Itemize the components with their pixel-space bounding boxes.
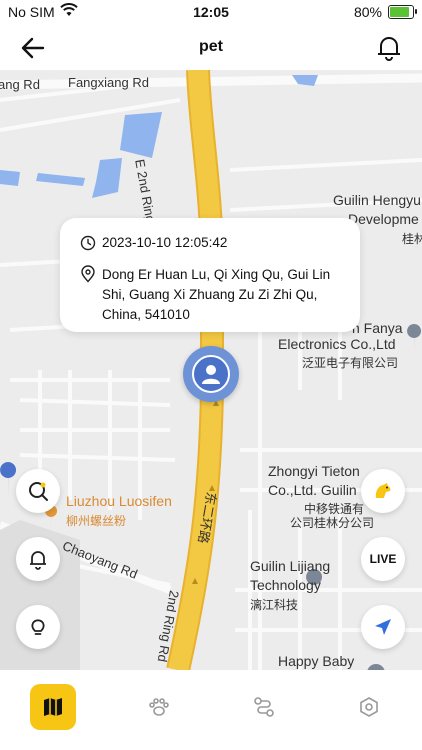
light-button[interactable] <box>16 605 60 649</box>
location-timestamp: 2023-10-10 12:05:42 <box>102 235 228 250</box>
map-label-fanya-1: n Fanya <box>352 320 403 336</box>
search-zoom-button[interactable] <box>16 469 60 513</box>
location-pin-icon <box>81 265 95 283</box>
map-label-liuzhou: Liuzhou Luosifen <box>66 493 172 509</box>
user-icon <box>202 365 220 384</box>
map-label-hengyu-cn: 桂林 <box>402 232 422 246</box>
pet-dog-button[interactable] <box>361 469 405 513</box>
tab-settings[interactable] <box>346 684 392 730</box>
battery-percent: 80% <box>353 4 382 20</box>
map-label-fanya-2: Electronics Co.,Ltd <box>278 336 396 352</box>
map-label-fangxiang-left: ang Rd <box>0 77 40 92</box>
battery-nub <box>415 9 417 14</box>
clock-icon <box>80 235 96 251</box>
map-label-lijiang-cn: 漓江科技 <box>250 598 299 612</box>
tab-pet[interactable] <box>136 684 182 730</box>
map-label-hengyu-1: Guilin Hengyu <box>333 192 421 208</box>
notification-bell-icon[interactable] <box>374 32 404 62</box>
map-label-hengyu-2: Developme <box>348 211 419 227</box>
nav-bar: pet <box>0 26 422 70</box>
lightbulb-icon <box>31 619 45 635</box>
tab-routes[interactable] <box>241 684 287 730</box>
battery-icon <box>388 5 417 19</box>
map-label-zhongyi-1: Zhongyi Tieton <box>268 463 360 479</box>
navigation-arrow-icon <box>375 619 391 635</box>
map-label-fanya-cn: 泛亚电子有限公司 <box>302 356 399 370</box>
alert-button[interactable] <box>16 537 60 581</box>
map-label-lijiang-2: Technology <box>250 577 321 593</box>
pet-avatar <box>192 355 230 393</box>
hexagon-settings-icon <box>360 697 378 717</box>
bell-icon <box>30 551 46 570</box>
locate-me-button[interactable] <box>361 605 405 649</box>
pet-location-marker[interactable] <box>183 346 239 402</box>
map-label-zhongyi-cn-2: 公司桂林分公司 <box>290 516 375 530</box>
map-label-liuzhou-cn: 柳州螺丝粉 <box>66 514 127 528</box>
map-icon <box>44 698 62 716</box>
paw-icon <box>149 698 169 716</box>
map-label-happy-baby: Happy Baby <box>278 653 355 669</box>
location-address: Dong Er Huan Lu, Qi Xing Qu, Gui Lin Shi… <box>102 267 331 322</box>
search-location-icon <box>29 482 48 501</box>
bottom-tab-bar <box>0 672 422 750</box>
route-icon <box>254 697 274 717</box>
tab-map[interactable] <box>30 684 76 730</box>
map-label-fangxiang: Fangxiang Rd <box>68 75 149 90</box>
location-info-card: 2023-10-10 12:05:42 Dong Er Huan Lu, Qi … <box>60 218 360 332</box>
live-button[interactable]: LIVE <box>361 537 405 581</box>
page-title: pet <box>199 38 223 55</box>
map-label-lijiang-1: Guilin Lijiang <box>250 558 331 574</box>
dog-icon <box>375 483 391 498</box>
battery-fill <box>390 7 410 17</box>
map-label-zhongyi-2: Co.,Ltd. Guilin <box>268 482 357 498</box>
status-bar: No SIM 12:05 80% <box>0 0 422 26</box>
